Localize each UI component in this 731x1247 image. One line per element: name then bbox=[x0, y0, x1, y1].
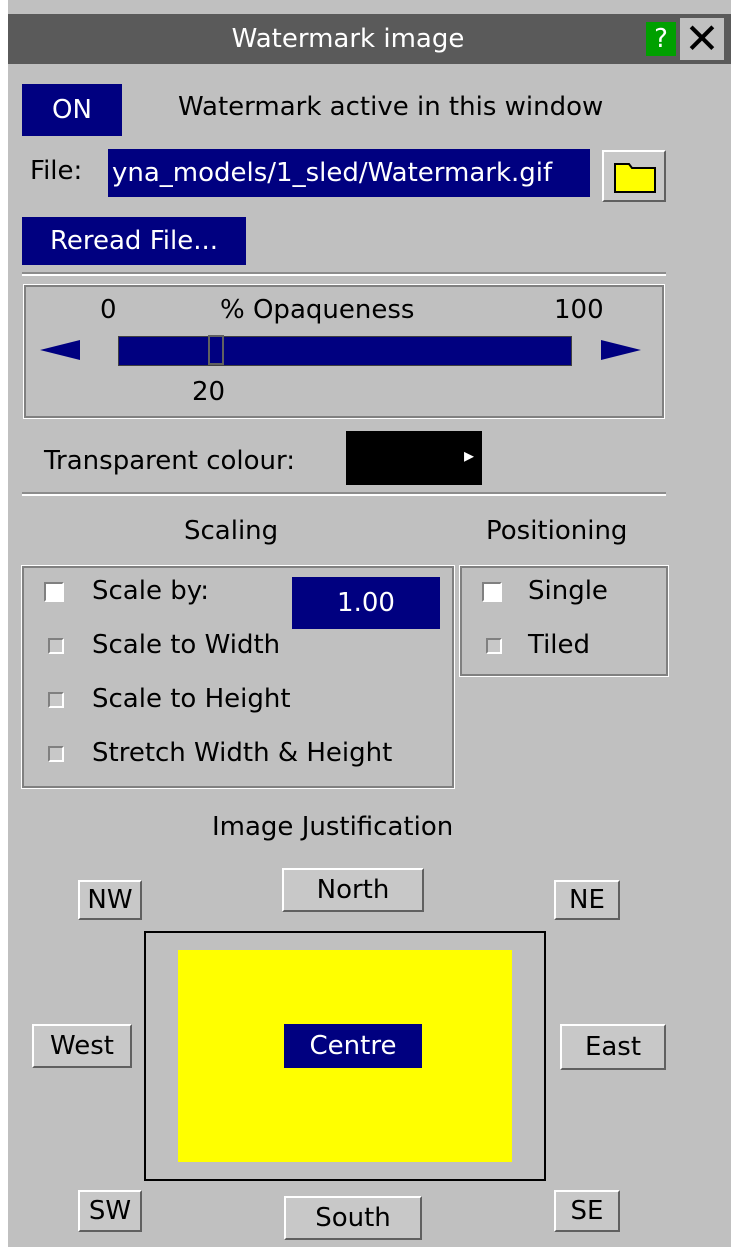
help-button[interactable]: ? bbox=[646, 22, 676, 56]
file-path-field[interactable]: yna_models/1_sled/Watermark.gif bbox=[108, 149, 590, 197]
transparent-colour-picker[interactable]: ▸ bbox=[346, 431, 482, 485]
stretch-width-height-checkbox[interactable] bbox=[48, 746, 64, 762]
watermark-active-label: Watermark active in this window bbox=[178, 92, 604, 122]
scale-to-width-checkbox[interactable] bbox=[48, 638, 64, 654]
justify-east-button[interactable]: East bbox=[560, 1024, 666, 1070]
arrow-right-icon[interactable] bbox=[601, 340, 641, 360]
reread-file-button[interactable]: Reread File... bbox=[22, 217, 246, 265]
opaqueness-title: % Opaqueness bbox=[220, 295, 415, 325]
dropdown-arrow-icon: ▸ bbox=[463, 443, 474, 467]
opaqueness-slider[interactable] bbox=[118, 335, 572, 366]
transparent-colour-label: Transparent colour: bbox=[44, 446, 295, 476]
arrow-left-icon[interactable] bbox=[40, 340, 80, 360]
browse-folder-button[interactable] bbox=[602, 150, 666, 202]
image-justification-title: Image Justification bbox=[212, 812, 454, 842]
justify-south-button[interactable]: South bbox=[284, 1196, 422, 1240]
scale-to-height-checkbox[interactable] bbox=[48, 692, 64, 708]
opaqueness-value: 20 bbox=[192, 377, 226, 407]
justify-ne-button[interactable]: NE bbox=[554, 880, 620, 920]
opaqueness-max-label: 100 bbox=[554, 295, 604, 325]
justify-north-button[interactable]: North bbox=[282, 868, 424, 912]
justify-se-button[interactable]: SE bbox=[554, 1190, 620, 1232]
close-button[interactable]: ✕ bbox=[680, 18, 724, 60]
scale-to-width-label: Scale to Width bbox=[92, 630, 281, 660]
single-label: Single bbox=[528, 576, 608, 606]
folder-icon bbox=[614, 163, 656, 193]
slider-thumb[interactable] bbox=[208, 335, 224, 365]
tiled-label: Tiled bbox=[528, 630, 591, 660]
scale-to-height-label: Scale to Height bbox=[92, 684, 291, 714]
stretch-width-height-label: Stretch Width & Height bbox=[92, 738, 393, 768]
justify-sw-button[interactable]: SW bbox=[78, 1190, 142, 1232]
separator bbox=[22, 272, 666, 276]
positioning-title: Positioning bbox=[486, 516, 628, 546]
dialog-title: Watermark image bbox=[231, 24, 465, 54]
justify-centre-button[interactable]: Centre bbox=[284, 1024, 422, 1068]
tiled-checkbox[interactable] bbox=[486, 638, 502, 654]
justify-nw-button[interactable]: NW bbox=[78, 880, 142, 920]
opaqueness-min-label: 0 bbox=[100, 295, 117, 325]
separator bbox=[22, 492, 666, 496]
scaling-title: Scaling bbox=[184, 516, 279, 546]
scale-by-label: Scale by: bbox=[92, 576, 209, 606]
file-label: File: bbox=[30, 156, 83, 186]
watermark-on-toggle[interactable]: ON bbox=[22, 84, 122, 136]
scale-by-checkbox[interactable] bbox=[44, 582, 64, 602]
single-checkbox[interactable] bbox=[482, 582, 502, 602]
scale-value-field[interactable]: 1.00 bbox=[292, 577, 440, 629]
justify-west-button[interactable]: West bbox=[32, 1024, 132, 1068]
watermark-dialog: Watermark image ? ✕ ON Watermark active … bbox=[8, 0, 731, 1247]
